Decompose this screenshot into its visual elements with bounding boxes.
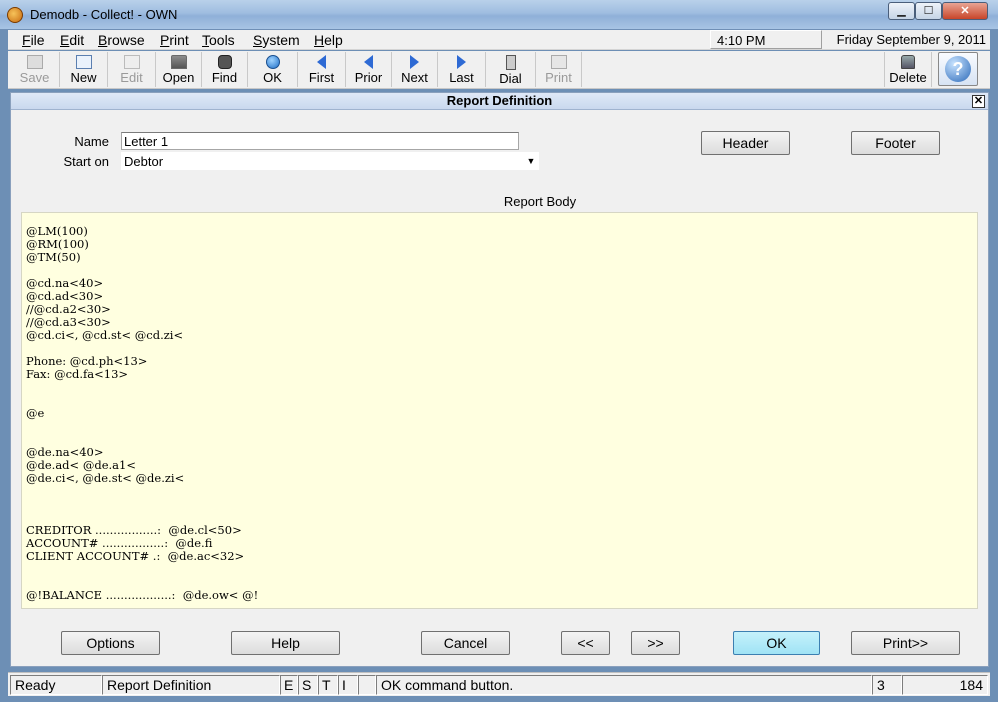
prior-record-icon [364, 55, 373, 69]
chevron-down-icon[interactable]: ▼ [523, 153, 539, 169]
status-e: E [280, 675, 298, 695]
new-document-icon [75, 55, 92, 69]
status-number-2: 184 [902, 675, 988, 695]
next-page-button[interactable]: >> [631, 631, 680, 655]
report-body-title: Report Body [503, 194, 577, 209]
last-record-icon [457, 55, 466, 69]
next-record-icon [410, 55, 419, 69]
last-button[interactable]: Last [438, 52, 486, 87]
folder-icon [170, 55, 187, 69]
options-button[interactable]: Options [61, 631, 160, 655]
toolbar: Save New Edit Open Find OK First Prior N… [8, 51, 990, 89]
minimize-button[interactable]: ▁ [888, 2, 915, 20]
edit-icon [123, 55, 140, 69]
menu-browse[interactable]: Browse [98, 32, 145, 48]
name-label: Name [74, 134, 109, 149]
prior-button[interactable]: Prior [346, 52, 392, 87]
status-number-1: 3 [872, 675, 902, 695]
status-t: T [318, 675, 338, 695]
binoculars-icon [217, 55, 232, 69]
start-on-label: Start on [63, 154, 109, 169]
report-body-editor[interactable]: @LM(100) @RM(100) @TM(50) @cd.na<40> @cd… [21, 212, 978, 609]
ok-toolbar-button[interactable]: OK [248, 52, 298, 87]
open-button[interactable]: Open [156, 52, 202, 87]
delete-button[interactable]: Delete [884, 52, 932, 87]
title-bar: Demodb - Collect! - OWN ▁ ☐ ✕ [0, 0, 998, 30]
menu-tools[interactable]: Tools [202, 32, 235, 48]
next-button[interactable]: Next [392, 52, 438, 87]
dial-button[interactable]: Dial [486, 52, 536, 87]
checkmark-icon [265, 55, 280, 69]
phone-icon [505, 55, 516, 70]
first-record-icon [317, 55, 326, 69]
report-body-text: @LM(100) @RM(100) @TM(50) @cd.na<40> @cd… [26, 224, 259, 602]
help-button[interactable]: Help [231, 631, 340, 655]
help-toolbar-button[interactable]: ? [938, 52, 978, 86]
menu-bar: File Edit Browse Print Tools System Help… [8, 30, 990, 50]
header-button[interactable]: Header [701, 131, 790, 155]
edit-button[interactable]: Edit [108, 52, 156, 87]
footer-button[interactable]: Footer [851, 131, 940, 155]
ok-button[interactable]: OK [733, 631, 820, 655]
status-message: OK command button. [376, 675, 872, 695]
save-icon [26, 55, 43, 69]
menu-print[interactable]: Print [160, 32, 189, 48]
dialog-close-button[interactable]: ✕ [972, 95, 985, 108]
status-ready: Ready [10, 675, 102, 695]
clock-display: 4:10 PM [710, 30, 822, 49]
status-i: I [338, 675, 358, 695]
print-button[interactable]: Print>> [851, 631, 960, 655]
cancel-button[interactable]: Cancel [421, 631, 510, 655]
new-button[interactable]: New [60, 52, 108, 87]
report-definition-dialog: Report Definition ✕ Name Letter 1 Start … [10, 92, 989, 667]
previous-button[interactable]: << [561, 631, 610, 655]
find-button[interactable]: Find [202, 52, 248, 87]
status-blank [358, 675, 376, 695]
dialog-title: Report Definition [11, 93, 988, 110]
menu-file[interactable]: File [22, 32, 45, 48]
first-button[interactable]: First [298, 52, 346, 87]
printer-icon [550, 55, 567, 69]
app-logo-icon [7, 7, 23, 23]
menu-edit[interactable]: Edit [60, 32, 84, 48]
status-bar: Ready Report Definition E S T I OK comma… [8, 672, 990, 696]
help-icon: ? [945, 56, 971, 82]
menu-help[interactable]: Help [314, 32, 343, 48]
trash-icon [901, 55, 915, 69]
status-context: Report Definition [102, 675, 280, 695]
date-display: Friday September 9, 2011 [836, 32, 986, 47]
status-s: S [298, 675, 318, 695]
menu-system[interactable]: System [253, 32, 300, 48]
save-button[interactable]: Save [10, 52, 60, 87]
start-on-select[interactable]: Debtor [121, 152, 539, 170]
maximize-button[interactable]: ☐ [915, 2, 942, 20]
window-title: Demodb - Collect! - OWN [30, 7, 178, 22]
close-window-button[interactable]: ✕ [942, 2, 988, 20]
name-input[interactable]: Letter 1 [121, 132, 519, 150]
print-toolbar-button[interactable]: Print [536, 52, 582, 87]
